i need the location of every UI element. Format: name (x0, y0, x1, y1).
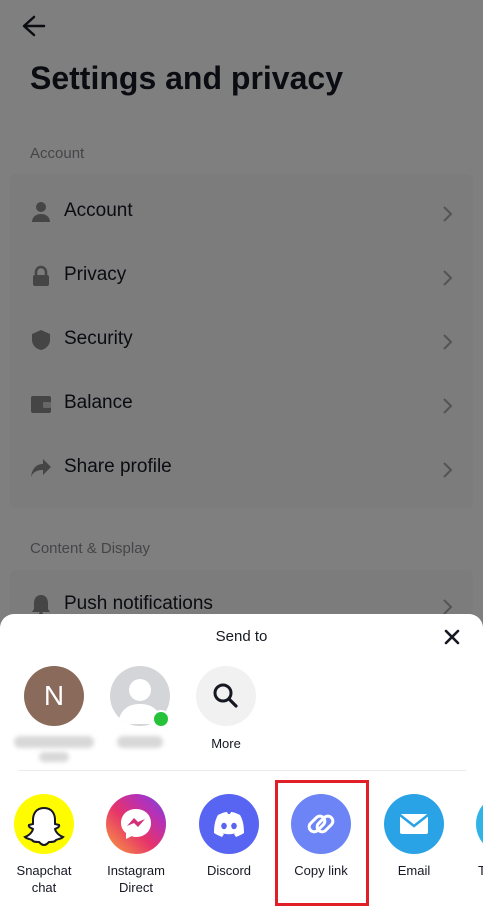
snapchat-icon (14, 794, 74, 854)
share-app-discord[interactable]: Discord (184, 794, 274, 879)
search-icon (213, 683, 238, 708)
more-circle (196, 666, 256, 726)
instagram-direct-icon (106, 794, 166, 854)
more-contacts-button[interactable]: More (181, 666, 271, 751)
close-icon[interactable] (443, 628, 461, 646)
redacted-name (117, 736, 163, 748)
app-label: T (478, 863, 483, 878)
redacted-name (14, 736, 94, 748)
share-app-instagram[interactable]: Instagram Direct (91, 794, 181, 896)
envelope-icon (399, 814, 429, 834)
app-label: Snapchat chat (16, 863, 72, 895)
discord-icon (199, 794, 259, 854)
app-icon-partial (476, 794, 483, 854)
share-app-snapchat[interactable]: Snapchat chat (0, 794, 89, 896)
sheet-title: Send to (215, 628, 268, 645)
more-label: More (211, 736, 241, 751)
ghost-icon (23, 806, 65, 847)
divider (18, 770, 466, 771)
app-label: Instagram Direct (107, 863, 165, 895)
discord-logo-icon (214, 812, 244, 837)
email-icon (384, 794, 444, 854)
online-status-dot (152, 710, 170, 728)
contact-item[interactable] (95, 666, 185, 748)
share-app-partial[interactable]: T (448, 794, 483, 879)
messenger-bubble-icon (121, 809, 151, 839)
avatar: N (24, 666, 84, 726)
redacted-name (39, 752, 69, 762)
app-label: Discord (206, 863, 252, 878)
contact-item[interactable]: N (9, 666, 99, 762)
copy-link-highlight-box (275, 780, 369, 906)
share-sheet: Send to N More Snapchat chat Instagram D… (0, 614, 483, 924)
app-label: Email (397, 863, 431, 878)
share-app-email[interactable]: Email (369, 794, 459, 879)
